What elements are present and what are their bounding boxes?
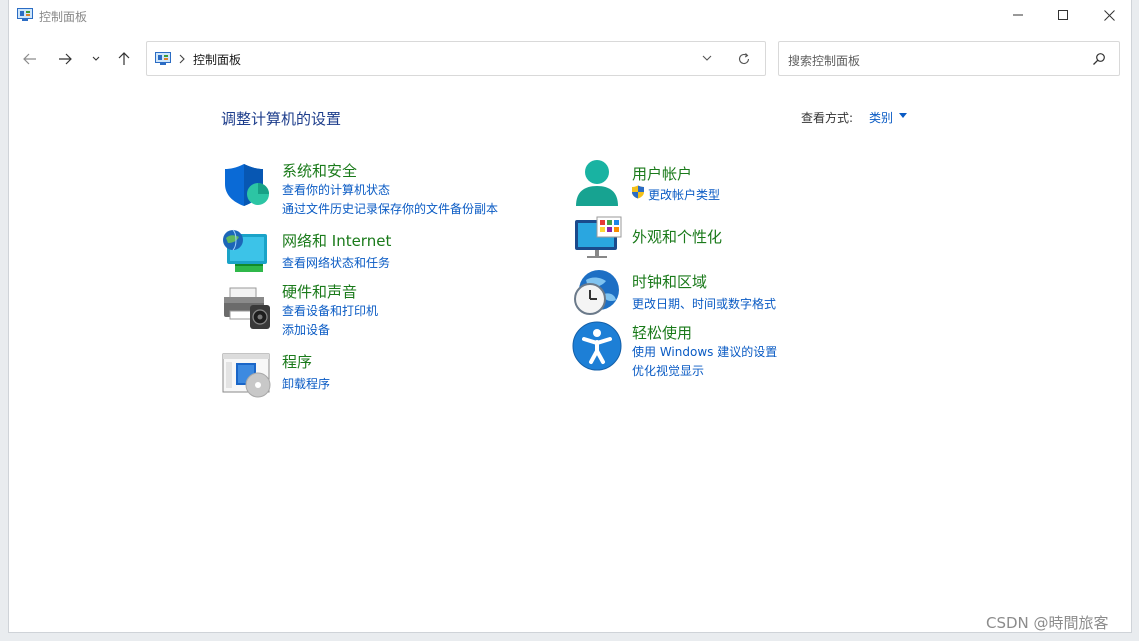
accessibility-icon[interactable] [572,321,622,371]
refresh-icon[interactable] [737,52,751,66]
maximize-button[interactable] [1040,0,1086,30]
minimize-icon [1013,14,1023,16]
control-panel-window: 控制面板 控制面板 搜索控制面板 调整计算机的设置 查看方式: 类别 系统和安全… [8,0,1132,633]
link-network-status[interactable]: 查看网络状态和任务 [282,254,390,271]
category-title[interactable]: 轻松使用 [632,322,692,343]
link-view-computer-status[interactable]: 查看你的计算机状态 [282,181,390,198]
user-icon[interactable] [574,158,620,210]
page-title: 调整计算机的设置 [221,110,342,128]
close-button[interactable] [1086,0,1132,30]
address-bar[interactable]: 控制面板 [146,41,766,76]
link-add-device[interactable]: 添加设备 [282,321,330,338]
category-title[interactable]: 用户帐户 [632,163,692,184]
shield-icon[interactable] [222,162,272,208]
chevron-down-icon[interactable] [701,52,713,64]
control-panel-icon [17,8,33,21]
search-box[interactable]: 搜索控制面板 [778,41,1120,76]
window-title: 控制面板 [39,10,88,24]
chevron-down-icon [92,56,100,61]
recent-locations-button[interactable] [85,48,107,70]
arrow-right-icon [59,53,72,65]
title-bar: 控制面板 [9,0,1131,32]
forward-button[interactable] [54,48,76,70]
search-input[interactable]: 搜索控制面板 [788,52,860,69]
category-title[interactable]: 网络和 Internet [282,230,391,251]
link-windows-recommended-settings[interactable]: 使用 Windows 建议的设置 [632,343,777,360]
link-optimize-visual-display[interactable]: 优化视觉显示 [632,362,704,379]
category-title[interactable]: 时钟和区域 [632,271,707,292]
link-change-date-time-format[interactable]: 更改日期、时间或数字格式 [632,295,776,312]
close-icon [1103,9,1115,21]
programs-icon[interactable] [222,353,272,399]
search-icon[interactable] [1092,52,1106,66]
link-devices-printers[interactable]: 查看设备和打印机 [282,302,378,319]
caret-down-icon[interactable] [899,113,907,118]
view-by-dropdown[interactable]: 类别 [869,109,893,126]
clock-globe-icon[interactable] [572,268,622,318]
network-icon[interactable] [221,228,271,274]
category-title[interactable]: 系统和安全 [282,160,357,181]
uac-shield-icon [632,185,644,199]
back-button[interactable] [19,48,41,70]
minimize-button[interactable] [995,0,1041,30]
maximize-icon [1058,10,1068,20]
printer-icon[interactable] [222,285,272,331]
category-title[interactable]: 程序 [282,351,312,372]
link-uninstall-program[interactable]: 卸载程序 [282,375,330,392]
watermark: CSDN @時間旅客 [986,614,1109,632]
category-title[interactable]: 硬件和声音 [282,281,357,302]
monitor-palette-icon[interactable] [573,216,623,260]
view-by-label: 查看方式: [801,111,854,125]
link-change-account-type[interactable]: 更改帐户类型 [648,186,720,203]
link-file-history-backup[interactable]: 通过文件历史记录保存你的文件备份副本 [282,200,498,217]
arrow-up-icon [118,52,130,65]
up-button[interactable] [113,48,135,70]
arrow-left-icon [23,53,36,65]
category-title[interactable]: 外观和个性化 [632,226,722,247]
chevron-right-icon[interactable] [179,52,185,68]
control-panel-icon [155,52,171,65]
breadcrumb-control-panel[interactable]: 控制面板 [193,51,241,68]
